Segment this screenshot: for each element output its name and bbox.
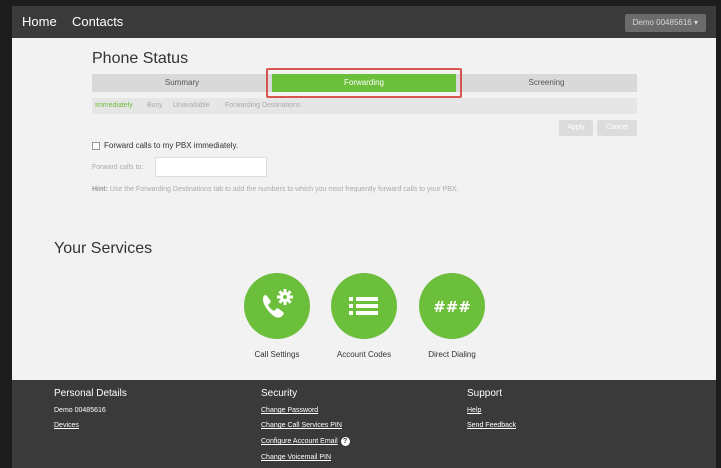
footer-support: Support Help Send Feedback — [467, 388, 516, 437]
forwarding-subtabs: Immediately Busy Unavailable Forwarding … — [92, 98, 637, 114]
subtab-immediately[interactable]: Immediately — [95, 98, 133, 114]
nav-home[interactable]: Home — [22, 14, 57, 29]
top-navbar: Home Contacts Demo 00485616 ▾ — [12, 6, 716, 38]
your-services-title: Your Services — [54, 240, 153, 257]
list-icon — [349, 297, 378, 315]
direct-dialing-label: Direct Dialing — [428, 350, 476, 359]
footer-personal-details: Personal Details Demo 00485616 Devices — [54, 388, 127, 437]
account-name: Demo 00485616 — [54, 407, 106, 414]
apply-button[interactable]: Apply — [559, 120, 593, 136]
nav-contacts[interactable]: Contacts — [72, 14, 123, 29]
subtab-unavailable[interactable]: Unavailable — [173, 98, 210, 114]
change-password-link[interactable]: Change Password — [261, 407, 350, 414]
hint-label: Hint: — [92, 186, 108, 193]
forward-immediately-checkbox[interactable] — [92, 142, 100, 150]
configure-account-email-link[interactable]: Configure Account Email — [261, 438, 338, 445]
service-account-codes[interactable]: Account Codes — [319, 273, 409, 359]
footer-security: Security Change Password Change Call Ser… — [261, 388, 350, 468]
account-codes-label: Account Codes — [336, 350, 392, 359]
call-settings-label: Call Settings — [254, 350, 300, 359]
send-feedback-link[interactable]: Send Feedback — [467, 422, 516, 429]
phone-gear-icon — [262, 289, 293, 318]
app-window: Home Contacts Demo 00485616 ▾ Phone Stat… — [12, 6, 716, 468]
hint-body: Use the Forwarding Destinations tab to a… — [109, 186, 459, 193]
account-dropdown[interactable]: Demo 00485616 ▾ — [624, 14, 706, 32]
svg-text:###: ### — [433, 298, 471, 316]
change-call-services-pin-link[interactable]: Change Call Services PIN — [261, 422, 350, 429]
call-settings-circle[interactable] — [244, 273, 310, 339]
phone-status-title: Phone Status — [92, 50, 189, 67]
devices-link[interactable]: Devices — [54, 422, 127, 429]
account-codes-circle[interactable] — [331, 273, 397, 339]
configure-email-row: Configure Account Email? — [261, 437, 350, 446]
help-question-icon[interactable]: ? — [340, 437, 350, 446]
tab-screening[interactable]: Screening — [456, 74, 637, 92]
subtab-busy[interactable]: Busy — [147, 98, 163, 114]
footer: Personal Details Demo 00485616 Devices S… — [12, 380, 716, 468]
support-heading: Support — [467, 388, 503, 399]
forward-calls-to-label: Forward calls to: — [92, 164, 144, 171]
hint-text: Hint: Use the Forwarding Destinations ta… — [92, 186, 459, 193]
tab-summary[interactable]: Summary — [92, 74, 272, 92]
change-voicemail-pin-link[interactable]: Change Voicemail PIN — [261, 454, 350, 461]
service-call-settings[interactable]: Call Settings — [232, 273, 322, 359]
help-link[interactable]: Help — [467, 407, 516, 414]
cancel-button[interactable]: Cancel — [597, 120, 637, 136]
direct-dialing-circle[interactable]: ### — [419, 273, 485, 339]
service-direct-dialing[interactable]: ### Direct Dialing — [407, 273, 497, 359]
security-heading: Security — [261, 388, 298, 399]
highlight-box — [266, 68, 462, 98]
subtab-forwarding-destinations[interactable]: Forwarding Destinations — [225, 98, 300, 114]
forward-calls-to-input[interactable] — [155, 157, 267, 177]
personal-details-heading: Personal Details — [54, 388, 127, 399]
forward-immediately-label: Forward calls to my PBX immediately. — [104, 141, 239, 150]
hash-icon: ### — [433, 298, 471, 316]
